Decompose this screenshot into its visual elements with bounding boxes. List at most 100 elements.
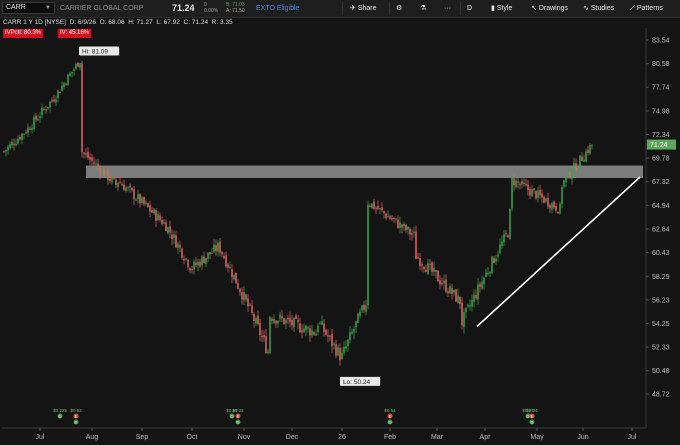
candle-body <box>145 202 147 204</box>
candle-body <box>361 305 363 311</box>
candle-body <box>211 252 213 254</box>
x-tick-label: Feb <box>384 434 396 441</box>
candle-body <box>203 256 205 264</box>
candle-body <box>23 133 25 135</box>
candle-body <box>209 252 211 255</box>
candle-body <box>197 261 199 266</box>
candle-body <box>179 245 181 248</box>
event-kind: D <box>527 414 530 419</box>
candle-body <box>75 63 77 69</box>
candle-body <box>17 138 19 144</box>
candle-body <box>433 268 435 272</box>
candle-body <box>313 332 315 335</box>
candle-body <box>207 252 209 259</box>
candle-body <box>539 190 541 196</box>
resistance-zone <box>86 165 643 179</box>
candle-body <box>567 171 569 178</box>
candle-body <box>115 179 117 186</box>
candle-body <box>89 157 91 160</box>
candle-body <box>349 332 351 341</box>
candle-body <box>405 225 407 231</box>
candle-body <box>19 137 21 140</box>
y-tick-label: 50.48 <box>652 368 670 375</box>
candle-body <box>371 203 373 208</box>
candle-body <box>379 208 381 210</box>
candle-body <box>351 331 353 334</box>
candle-body <box>531 189 533 197</box>
candle-body <box>447 291 449 294</box>
candle-body <box>543 196 545 203</box>
candle-body <box>143 197 145 204</box>
candle-body <box>53 99 55 102</box>
candle-body <box>315 333 317 336</box>
trendline <box>476 176 641 328</box>
candle-body <box>73 69 75 72</box>
candle-body <box>183 258 185 261</box>
candle-body <box>547 197 549 207</box>
candle-body <box>155 210 157 221</box>
candle-body <box>219 241 221 253</box>
candle-body <box>541 193 543 198</box>
candle-body <box>293 317 295 328</box>
x-tick-label: Jun <box>577 434 588 441</box>
candle-body <box>275 320 277 324</box>
candle-body <box>277 320 279 324</box>
candle-body <box>511 177 513 209</box>
candle-body <box>307 327 309 329</box>
candle-body <box>401 224 403 228</box>
x-tick-label: Aug <box>86 434 99 441</box>
candle-body <box>269 317 271 353</box>
candle-body <box>505 233 507 235</box>
candle-body <box>453 289 455 293</box>
candle-body <box>255 318 257 324</box>
price-chart[interactable]: 48.72 50.48 52.33 54.25 56.23 58.29 60.43 62.64… <box>0 0 680 445</box>
candle-body <box>201 256 203 266</box>
candle-body <box>125 187 127 192</box>
candle-body <box>9 144 11 149</box>
candle-body <box>365 305 367 312</box>
candle-body <box>259 323 261 336</box>
candle-body <box>443 280 445 284</box>
y-tick-label: 58.29 <box>652 274 670 281</box>
candle-body <box>37 118 39 121</box>
candle-body <box>227 264 229 268</box>
candle-body <box>319 322 321 324</box>
event-label: $0.54 <box>384 408 396 413</box>
candle-body <box>413 231 415 233</box>
candle-body <box>189 268 191 271</box>
candle-body <box>45 109 47 111</box>
candle-body <box>497 254 499 257</box>
event-kind: D <box>531 420 534 425</box>
candle-body <box>409 228 411 235</box>
x-tick-label: Nov <box>238 434 251 441</box>
y-tick-label: 67.32 <box>652 179 670 186</box>
candle-body <box>345 346 347 349</box>
candle-body <box>15 143 17 146</box>
candle-body <box>439 280 441 285</box>
candle-body <box>525 183 527 186</box>
candle-body <box>103 169 105 177</box>
candle-body <box>471 299 473 307</box>
event-kind: D <box>389 420 392 425</box>
candle-body <box>195 262 197 266</box>
event-label: $0.22 <box>232 408 244 413</box>
candle-body <box>353 329 355 333</box>
candle-body <box>437 270 439 282</box>
event-kind: D <box>231 414 234 419</box>
x-tick-label: Jul <box>628 434 637 441</box>
candle-body <box>265 336 267 353</box>
candle-body <box>375 207 377 209</box>
candle-body <box>111 177 113 183</box>
candle-body <box>137 194 139 200</box>
candle-body <box>91 157 93 161</box>
candle-body <box>81 63 83 153</box>
candle-body <box>397 219 399 228</box>
candle-body <box>339 348 341 361</box>
y-tick-label: 80.58 <box>652 61 670 68</box>
candle-body <box>77 62 79 67</box>
candle-body <box>295 315 297 319</box>
candle-body <box>245 294 247 300</box>
candle-body <box>481 281 483 289</box>
candle-body <box>299 323 301 332</box>
candle-body <box>149 205 151 212</box>
